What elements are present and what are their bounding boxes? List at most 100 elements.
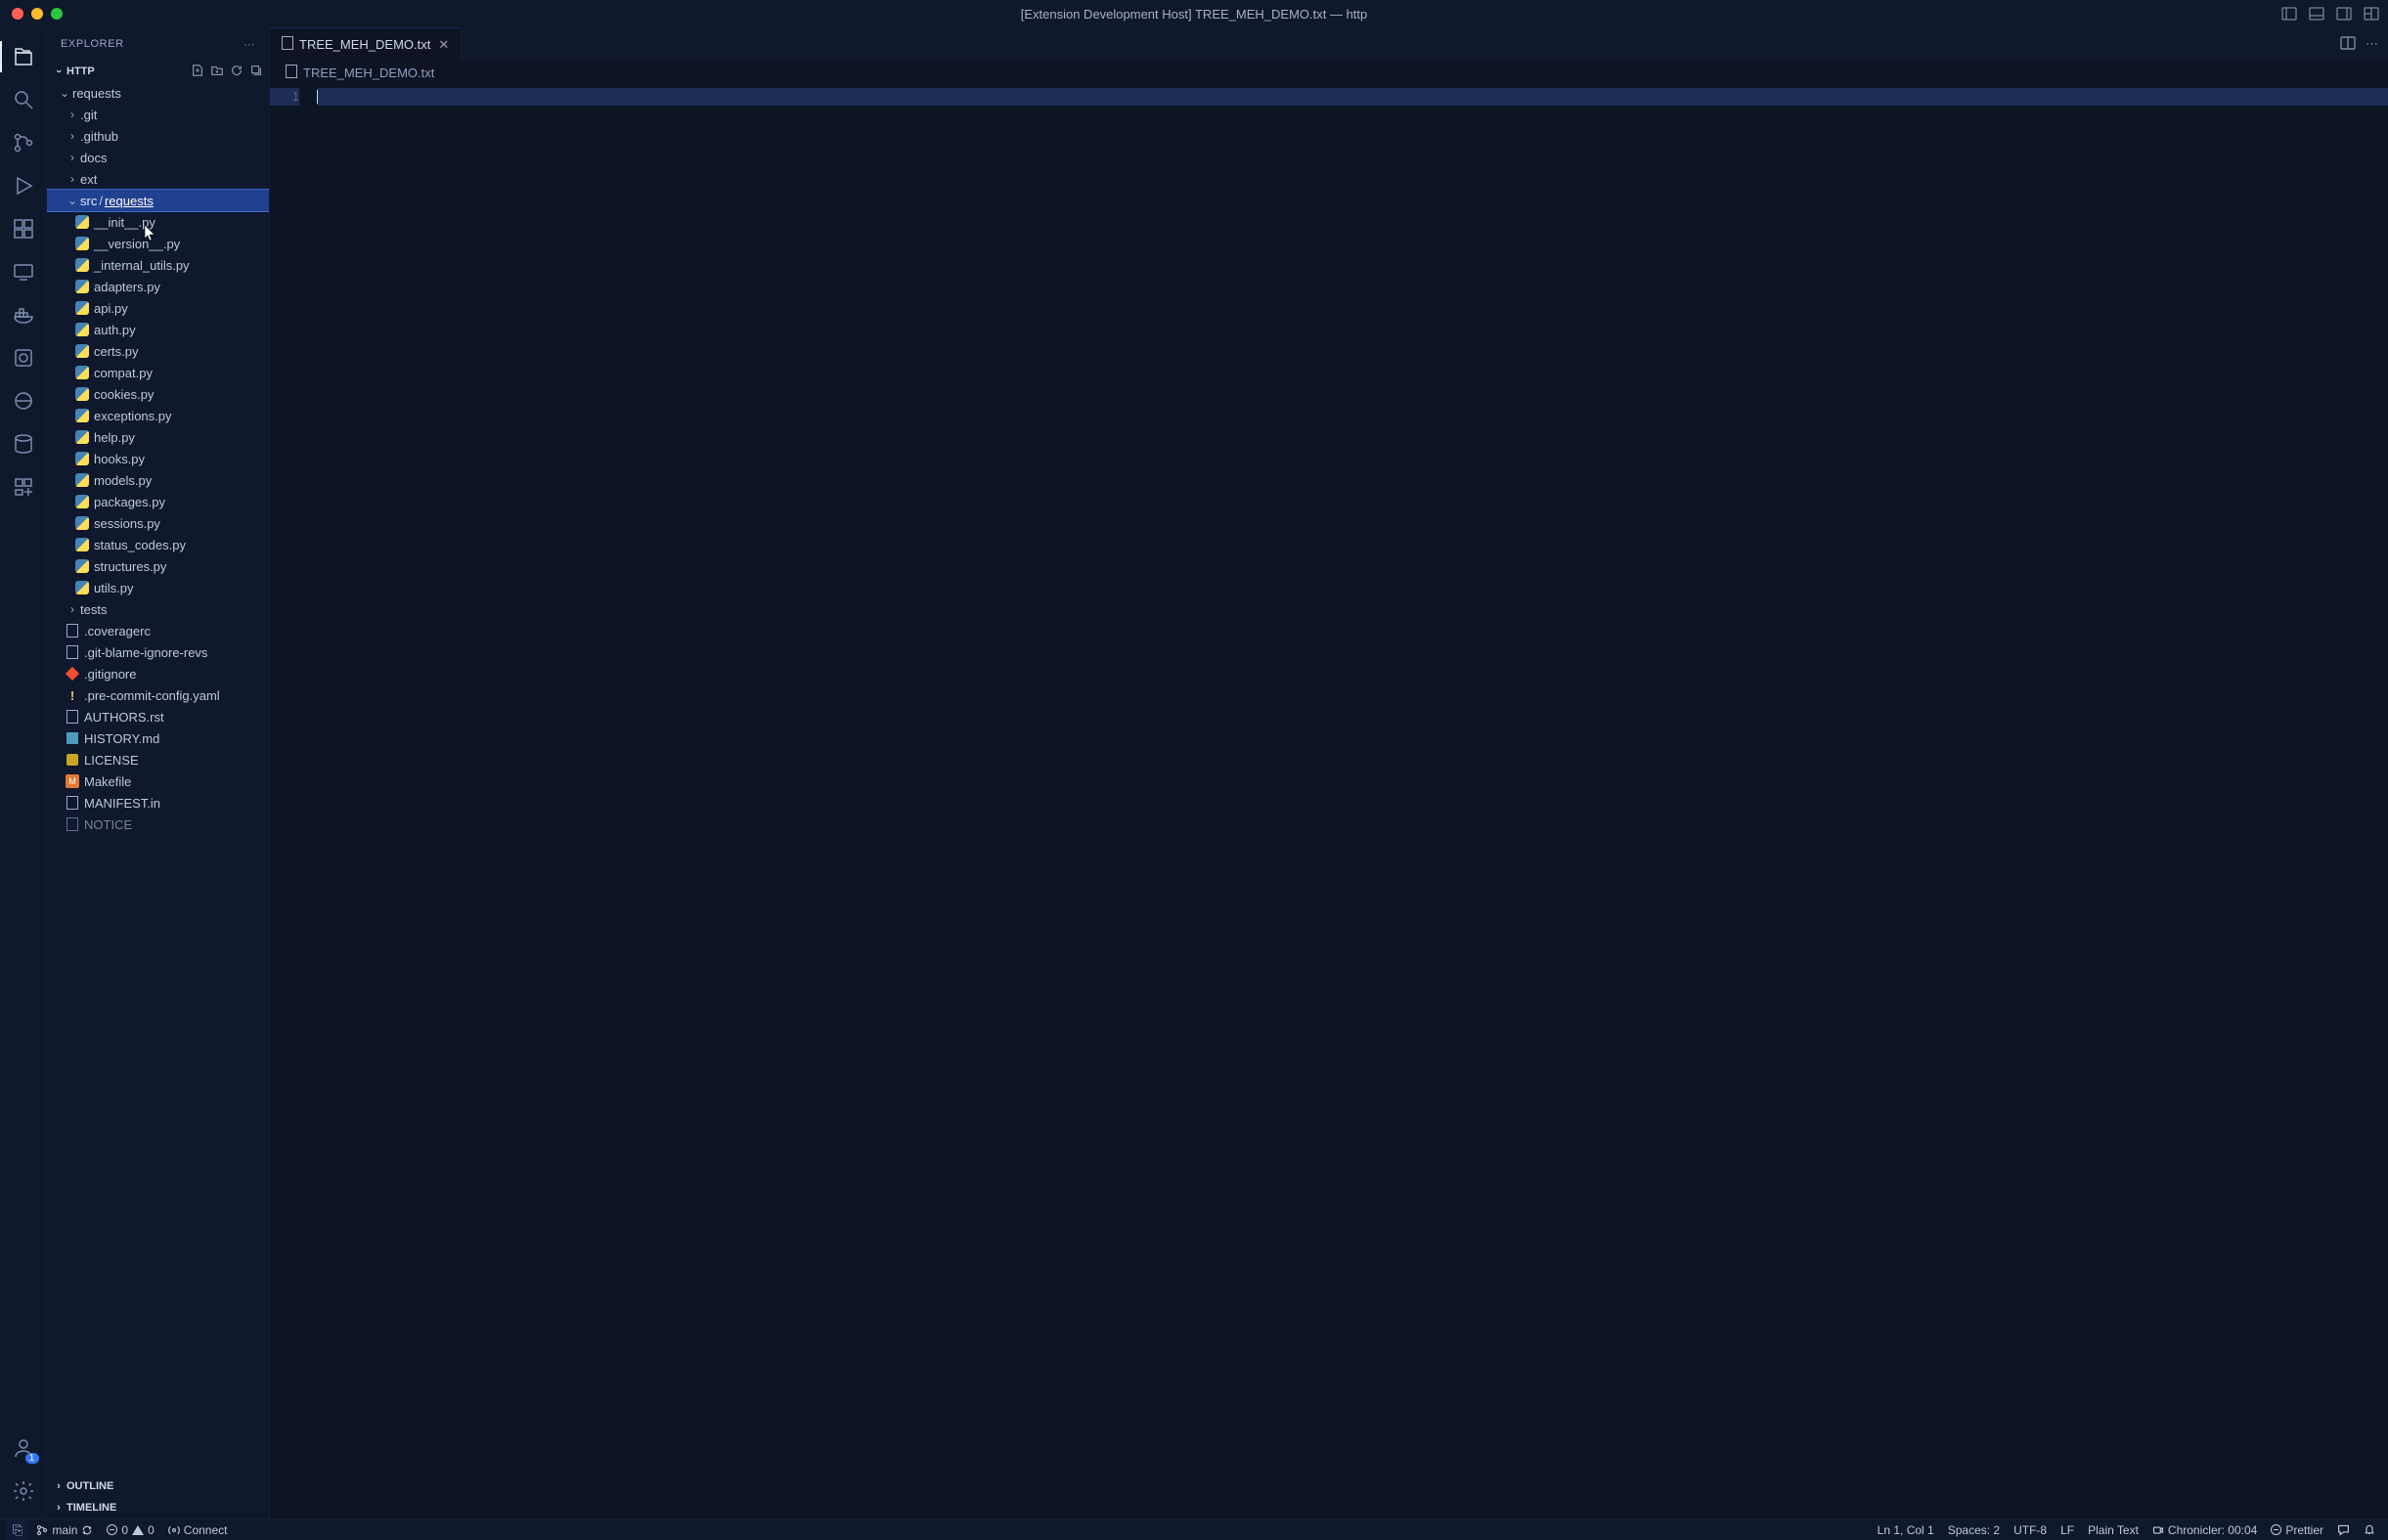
tree-folder-tests[interactable]: ›tests xyxy=(47,598,269,620)
warning-icon xyxy=(132,1525,144,1535)
tree-folder-label: requests xyxy=(72,86,121,101)
explorer-header: EXPLORER ⋯ xyxy=(47,27,269,61)
status-language[interactable]: Plain Text xyxy=(2081,1523,2145,1537)
tree-file-py[interactable]: hooks.py xyxy=(47,448,269,469)
tree-file[interactable]: AUTHORS.rst xyxy=(47,706,269,727)
toggle-primary-sidebar-icon[interactable] xyxy=(2280,5,2298,22)
tree-file-py[interactable]: packages.py xyxy=(47,491,269,512)
activity-custom-ext2-icon[interactable] xyxy=(0,379,47,422)
tree-folder-src-requests[interactable]: ⌄ src / requests xyxy=(47,190,269,211)
new-file-icon[interactable] xyxy=(191,64,204,80)
explorer-title: EXPLORER xyxy=(61,38,124,50)
editor-content[interactable] xyxy=(317,84,2388,1518)
activity-source-control-icon[interactable] xyxy=(0,121,47,164)
explorer-section-http[interactable]: › HTTP xyxy=(47,61,269,82)
record-icon xyxy=(2152,1524,2164,1536)
activity-run-debug-icon[interactable] xyxy=(0,164,47,207)
activity-explorer-icon[interactable] xyxy=(0,35,47,78)
tree-folder-root[interactable]: ⌄ requests xyxy=(47,82,269,104)
tree-file[interactable]: .git-blame-ignore-revs xyxy=(47,641,269,663)
tree-folder[interactable]: ›.git xyxy=(47,104,269,125)
activity-remote-icon[interactable] xyxy=(0,250,47,293)
explorer-section-toolbar xyxy=(191,64,269,80)
collapse-all-icon[interactable] xyxy=(249,64,263,80)
status-remote[interactable]: ⎘ xyxy=(6,1519,29,1540)
tree-file-py[interactable]: cookies.py xyxy=(47,383,269,405)
customize-layout-icon[interactable] xyxy=(2363,5,2380,22)
tree-file-py[interactable]: sessions.py xyxy=(47,512,269,534)
status-cursor-position[interactable]: Ln 1, Col 1 xyxy=(1871,1523,1941,1537)
window-minimize-button[interactable] xyxy=(31,8,43,20)
tree-file[interactable]: Makefile xyxy=(47,770,269,792)
status-prettier[interactable]: Prettier xyxy=(2264,1523,2330,1537)
file-icon xyxy=(286,65,297,81)
breadcrumb[interactable]: TREE_MEH_DEMO.txt xyxy=(270,61,2388,84)
remote-icon: ⎘ xyxy=(13,1522,22,1538)
tree-file[interactable]: .coveragerc xyxy=(47,620,269,641)
tree-file-py[interactable]: status_codes.py xyxy=(47,534,269,555)
tree-folder[interactable]: ›.github xyxy=(47,125,269,147)
status-chronicler[interactable]: Chronicler: 00:04 xyxy=(2145,1523,2264,1537)
tree-file[interactable]: .pre-commit-config.yaml xyxy=(47,684,269,706)
tree-file-py[interactable]: certs.py xyxy=(47,340,269,362)
status-bar: ⎘ main 0 0 Connect Ln 1, Col 1 Spaces: 2… xyxy=(0,1518,2388,1540)
tree-file-py[interactable]: compat.py xyxy=(47,362,269,383)
activity-custom-ext1-icon[interactable] xyxy=(0,336,47,379)
section-outline[interactable]: › OUTLINE xyxy=(47,1475,269,1497)
new-folder-icon[interactable] xyxy=(210,64,224,80)
tree-file-py[interactable]: auth.py xyxy=(47,319,269,340)
tree-file[interactable]: LICENSE xyxy=(47,749,269,770)
tree-file-py[interactable]: utils.py xyxy=(47,577,269,598)
editor-toolbar: ⋯ xyxy=(2340,27,2388,61)
window-maximize-button[interactable] xyxy=(51,8,63,20)
error-icon xyxy=(107,1524,117,1535)
activity-database-icon[interactable] xyxy=(0,422,47,465)
tree-file-py[interactable]: __init__.py xyxy=(47,211,269,233)
status-branch[interactable]: main xyxy=(29,1519,100,1540)
editor-body[interactable]: 1 xyxy=(270,84,2388,1518)
tree-file-py[interactable]: adapters.py xyxy=(47,276,269,297)
tree-file-py[interactable]: exceptions.py xyxy=(47,405,269,426)
split-editor-icon[interactable] xyxy=(2340,35,2356,54)
tree-file[interactable]: NOTICE xyxy=(47,814,269,835)
status-connect[interactable]: Connect xyxy=(161,1519,235,1540)
sync-icon xyxy=(81,1524,93,1536)
window-close-button[interactable] xyxy=(12,8,23,20)
title-bar: [Extension Development Host] TREE_MEH_DE… xyxy=(0,0,2388,27)
tree-file-py[interactable]: models.py xyxy=(47,469,269,491)
tree-file-py[interactable]: __version__.py xyxy=(47,233,269,254)
toggle-secondary-sidebar-icon[interactable] xyxy=(2335,5,2353,22)
status-eol[interactable]: LF xyxy=(2054,1523,2081,1537)
editor-tab[interactable]: TREE_MEH_DEMO.txt ✕ xyxy=(270,27,462,61)
activity-extensions-icon[interactable] xyxy=(0,207,47,250)
status-indentation[interactable]: Spaces: 2 xyxy=(1941,1523,2007,1537)
file-icon xyxy=(282,36,293,53)
sidebar-other-sections: › OUTLINE › TIMELINE xyxy=(47,1475,269,1518)
tree-file[interactable]: MANIFEST.in xyxy=(47,792,269,814)
tree-folder[interactable]: ›docs xyxy=(47,147,269,168)
tree-file-py[interactable]: structures.py xyxy=(47,555,269,577)
explorer-section-label: HTTP xyxy=(66,66,95,77)
activity-custom-ext3-icon[interactable] xyxy=(0,465,47,508)
tree-file-py[interactable]: help.py xyxy=(47,426,269,448)
activity-settings-icon[interactable] xyxy=(0,1470,47,1513)
explorer-more-icon[interactable]: ⋯ xyxy=(243,38,255,51)
status-feedback-icon[interactable] xyxy=(2330,1523,2357,1536)
toggle-panel-icon[interactable] xyxy=(2308,5,2325,22)
tree-folder[interactable]: ›ext xyxy=(47,168,269,190)
tree-file[interactable]: HISTORY.md xyxy=(47,727,269,749)
activity-search-icon[interactable] xyxy=(0,78,47,121)
tab-close-icon[interactable]: ✕ xyxy=(436,37,451,53)
activity-accounts-icon[interactable]: 1 xyxy=(0,1427,47,1470)
refresh-icon[interactable] xyxy=(230,64,243,80)
section-timeline[interactable]: › TIMELINE xyxy=(47,1497,269,1518)
file-tree[interactable]: ⌄ requests ›.git ›.github ›docs ›ext ⌄ s… xyxy=(47,82,269,1475)
tree-file[interactable]: .gitignore xyxy=(47,663,269,684)
activity-docker-icon[interactable] xyxy=(0,293,47,336)
status-problems[interactable]: 0 0 xyxy=(100,1519,160,1540)
tree-file-py[interactable]: api.py xyxy=(47,297,269,319)
tree-file-py[interactable]: _internal_utils.py xyxy=(47,254,269,276)
status-bell-icon[interactable] xyxy=(2357,1523,2382,1535)
editor-more-icon[interactable]: ⋯ xyxy=(2366,36,2378,52)
status-encoding[interactable]: UTF-8 xyxy=(2007,1523,2054,1537)
